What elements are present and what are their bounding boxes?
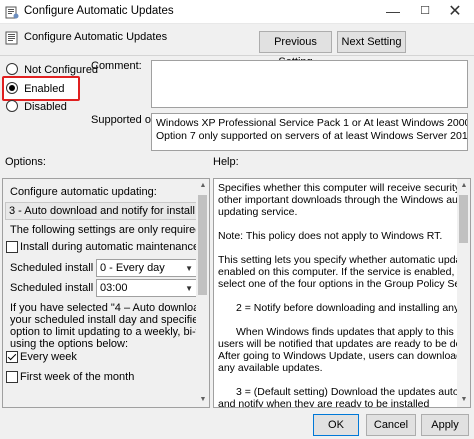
- options-pane: Configure automatic updating: 3 - Auto d…: [2, 178, 210, 408]
- help-line: Specifies whether this computer will rec…: [218, 182, 470, 194]
- divider: [0, 55, 474, 56]
- help-line: 3 = (Default setting) Download the updat…: [236, 386, 471, 398]
- help-paragraph: When Windows finds updates that apply to…: [218, 326, 470, 374]
- schedule-note-line-3: option to limit updating to a weekly, bi…: [10, 326, 209, 338]
- configure-updating-value: 3 - Auto download and notify for install: [9, 205, 195, 217]
- help-line: select one of the four options in the Gr…: [218, 278, 471, 290]
- help-line: 2 = Notify before downloading and instal…: [236, 302, 470, 314]
- first-week-checkbox[interactable]: [6, 371, 18, 383]
- help-line: updating service.: [218, 206, 298, 218]
- previous-setting-button[interactable]: Previous Setting: [259, 31, 332, 68]
- supported-on-text-line-2: Option 7 only supported on servers of at…: [156, 130, 468, 142]
- every-week-checkbox[interactable]: [6, 351, 18, 363]
- help-line: users will be notified that updates are …: [218, 338, 470, 350]
- scroll-down-icon[interactable]: ▼: [457, 393, 471, 407]
- help-paragraph: Note: This policy does not apply to Wind…: [218, 230, 454, 242]
- radio-enabled-label: Enabled: [24, 83, 65, 95]
- help-scrollbar[interactable]: ▲ ▼: [457, 179, 470, 407]
- help-paragraph: Specifies whether this computer will rec…: [218, 182, 471, 218]
- scroll-down-icon[interactable]: ▼: [196, 393, 210, 407]
- help-line: other important downloads through the Wi…: [218, 194, 471, 206]
- title-bar: Configure Automatic Updates — ☐ ✕: [0, 0, 474, 24]
- supported-on-label: Supported on:: [91, 114, 161, 126]
- maximize-icon[interactable]: ☐: [410, 0, 440, 24]
- policy-name: Configure Automatic Updates: [24, 31, 168, 43]
- close-icon[interactable]: ✕: [440, 0, 470, 24]
- settings-note: The following settings are only required…: [10, 224, 209, 236]
- radio-disabled[interactable]: Disabled: [6, 100, 67, 113]
- radio-enabled-circle[interactable]: [6, 82, 18, 94]
- install-day-value: 0 - Every day: [100, 262, 165, 274]
- radio-disabled-circle[interactable]: [6, 100, 18, 112]
- next-setting-button[interactable]: Next Setting: [337, 31, 406, 53]
- install-time-value: 03:00: [100, 282, 128, 294]
- schedule-note-line-1: If you have selected "4 – Auto download …: [10, 302, 209, 314]
- help-line: This setting lets you specify whether au…: [218, 254, 471, 266]
- comment-textbox[interactable]: [151, 60, 468, 108]
- scroll-up-icon[interactable]: ▲: [196, 179, 210, 193]
- install-day-dropdown[interactable]: 0 - Every day ▼: [96, 259, 198, 277]
- help-text: Specifies whether this computer will rec…: [218, 182, 471, 408]
- first-week-label: First week of the month: [20, 371, 135, 383]
- cancel-button[interactable]: Cancel: [366, 414, 416, 436]
- options-label: Options:: [5, 156, 46, 168]
- help-paragraph: 2 = Notify before downloading and instal…: [218, 302, 470, 314]
- comment-label: Comment:: [91, 60, 142, 72]
- scroll-up-icon[interactable]: ▲: [457, 179, 471, 193]
- radio-enabled[interactable]: Enabled: [6, 82, 64, 95]
- schedule-note-line-4: using the options below:: [10, 338, 129, 350]
- options-scroll-thumb[interactable]: [198, 195, 207, 295]
- help-label: Help:: [213, 156, 239, 168]
- chevron-down-icon: ▼: [185, 284, 193, 293]
- radio-not-configured[interactable]: Not Configured: [6, 63, 98, 76]
- minimize-icon[interactable]: —: [378, 0, 408, 24]
- help-line: any available updates.: [218, 362, 323, 374]
- help-line: When Windows finds updates that apply to…: [236, 326, 470, 338]
- help-line: After going to Windows Update, users can…: [218, 350, 470, 362]
- ok-button[interactable]: OK: [313, 414, 359, 436]
- install-time-dropdown[interactable]: 03:00 ▼: [96, 279, 198, 297]
- configure-updating-label: Configure automatic updating:: [10, 186, 157, 198]
- apply-button[interactable]: Apply: [421, 414, 469, 436]
- radio-not-configured-label: Not Configured: [24, 64, 99, 76]
- help-line: and notify when they are ready to be ins…: [218, 398, 430, 408]
- install-maintenance-label: Install during automatic maintenance: [20, 241, 200, 253]
- help-scroll-thumb[interactable]: [459, 195, 468, 243]
- help-paragraph: This setting lets you specify whether au…: [218, 254, 471, 290]
- policy-setting-icon: [5, 31, 18, 45]
- options-scrollbar[interactable]: ▲ ▼: [196, 179, 209, 407]
- help-pane: Specifies whether this computer will rec…: [213, 178, 471, 408]
- radio-not-configured-circle[interactable]: [6, 63, 18, 75]
- configure-updating-dropdown[interactable]: 3 - Auto download and notify for install: [5, 202, 199, 220]
- supported-on-text-line-1: Windows XP Professional Service Pack 1 o…: [156, 117, 467, 129]
- policy-icon: [5, 6, 19, 19]
- supported-on-box: Windows XP Professional Service Pack 1 o…: [151, 113, 468, 151]
- help-line: Note: This policy does not apply to Wind…: [218, 230, 443, 242]
- help-line: enabled on this computer. If the service…: [218, 266, 470, 278]
- every-week-label: Every week: [20, 351, 77, 363]
- install-maintenance-checkbox[interactable]: [6, 241, 18, 253]
- schedule-note-line-2: your scheduled install day and specified…: [10, 314, 209, 326]
- help-paragraph: 3 = (Default setting) Download the updat…: [218, 386, 471, 408]
- radio-disabled-label: Disabled: [24, 101, 67, 113]
- chevron-down-icon: ▼: [185, 264, 193, 273]
- window-title: Configure Automatic Updates: [24, 5, 174, 17]
